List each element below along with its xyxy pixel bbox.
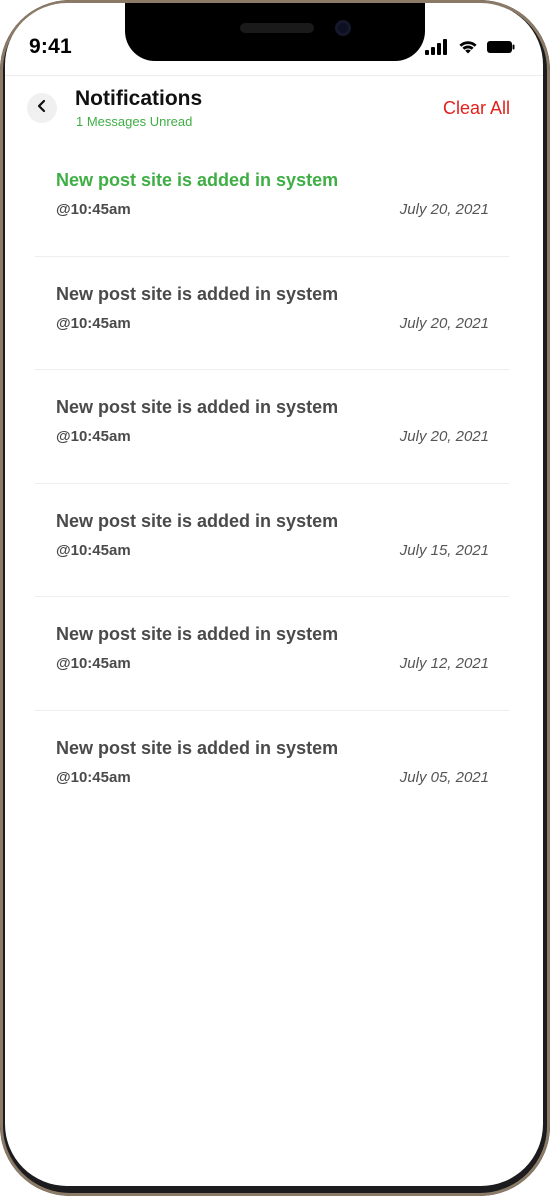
notch (125, 3, 425, 61)
notification-date: July 05, 2021 (399, 768, 489, 786)
back-button[interactable] (27, 93, 57, 123)
signal-icon (425, 39, 449, 60)
notification-title: New post site is added in system (56, 170, 339, 190)
notification-item[interactable]: New post site is added in system @10:45a… (35, 484, 509, 597)
notification-date: July 20, 2021 (399, 201, 489, 218)
front-camera (335, 20, 351, 36)
notification-title: New post site is added in system (56, 737, 339, 758)
notification-time: @10:45am (56, 201, 131, 218)
notification-date: July 12, 2021 (399, 655, 489, 672)
notification-title: New post site is added in system (56, 283, 339, 304)
unread-count: 1 Messages Unread (76, 114, 193, 129)
notification-date: July 20, 2021 (399, 314, 489, 332)
notification-item[interactable]: New post site is added in system @10:45a… (35, 143, 509, 257)
notification-time: @10:45am (56, 428, 131, 445)
clear-all-button[interactable]: Clear All (443, 98, 510, 119)
notification-title: New post site is added in system (56, 624, 339, 644)
wifi-icon (457, 39, 479, 60)
app-header: Notifications 1 Messages Unread Clear Al… (5, 75, 543, 135)
battery-icon (487, 40, 515, 59)
notification-title: New post site is added in system (56, 397, 339, 417)
notification-time: @10:45am (56, 655, 131, 672)
notification-title: New post site is added in system (56, 510, 339, 531)
chevron-left-icon (35, 99, 49, 118)
phone-screen: 9:41 Notifications 1 Messages Unread Cle… (5, 3, 543, 1186)
page-title: Notifications (75, 87, 203, 110)
notification-item[interactable]: New post site is added in system @10:45a… (35, 711, 509, 825)
notification-item[interactable]: New post site is added in system @10:45a… (35, 257, 509, 370)
notification-item[interactable]: New post site is added in system @10:45a… (35, 597, 509, 711)
status-time: 9:41 (29, 35, 72, 58)
status-icons (425, 39, 515, 60)
notification-date: July 15, 2021 (399, 541, 489, 559)
notification-time: @10:45am (56, 541, 131, 559)
notification-list: New post site is added in system @10:45a… (35, 143, 509, 824)
speaker-grille (240, 23, 314, 33)
notification-date: July 20, 2021 (399, 428, 489, 445)
notification-time: @10:45am (56, 314, 131, 332)
notification-item[interactable]: New post site is added in system @10:45a… (35, 370, 509, 484)
notification-time: @10:45am (56, 768, 131, 786)
phone-frame: 9:41 Notifications 1 Messages Unread Cle… (0, 0, 550, 1196)
